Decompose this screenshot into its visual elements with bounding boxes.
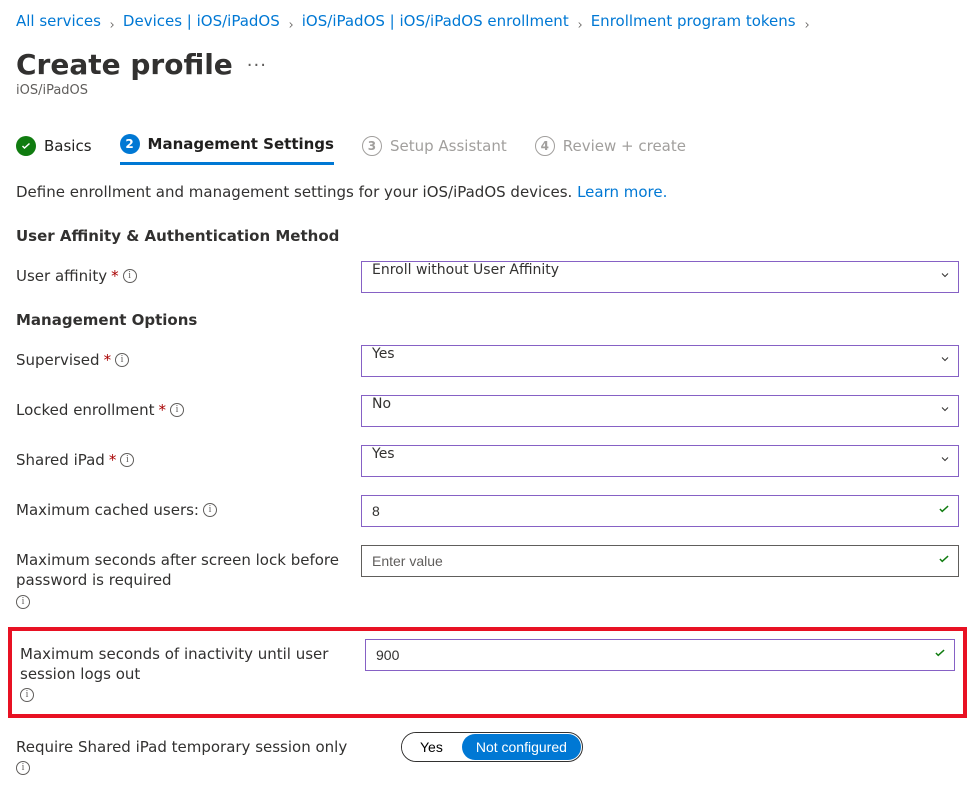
breadcrumb-link-devices[interactable]: Devices | iOS/iPadOS [123, 12, 280, 30]
breadcrumb-link-all-services[interactable]: All services [16, 12, 101, 30]
required-indicator: * [159, 400, 167, 420]
tab-label: Management Settings [148, 135, 334, 153]
tab-label: Basics [44, 137, 92, 155]
breadcrumb-link-tokens[interactable]: Enrollment program tokens [591, 12, 796, 30]
max-inactivity-input[interactable] [365, 639, 955, 671]
tab-description: Define enrollment and management setting… [16, 183, 959, 201]
shared-ipad-select[interactable]: Yes [361, 445, 959, 477]
supervised-select[interactable]: Yes [361, 345, 959, 377]
step-number-icon: 3 [362, 136, 382, 156]
info-icon[interactable]: i [120, 453, 134, 467]
info-icon[interactable]: i [16, 761, 30, 775]
tab-management-settings[interactable]: 2 Management Settings [120, 130, 334, 165]
tab-label: Setup Assistant [390, 137, 507, 155]
breadcrumb: All services Devices | iOS/iPadOS iOS/iP… [16, 12, 959, 30]
wizard-tabs: Basics 2 Management Settings 3 Setup Ass… [16, 130, 959, 165]
info-icon[interactable]: i [203, 503, 217, 517]
page-title: Create profile [16, 48, 233, 81]
section-heading-user-affinity: User Affinity & Authentication Method [16, 227, 959, 245]
chevron-right-icon [286, 16, 296, 26]
info-icon[interactable]: i [20, 688, 34, 702]
require-temp-session-toggle: Yes Not configured [401, 732, 583, 762]
required-indicator: * [109, 450, 117, 470]
label-max-cached-users: Maximum cached users: i [16, 495, 361, 520]
label-shared-ipad: Shared iPad * i [16, 445, 361, 470]
description-text: Define enrollment and management setting… [16, 183, 572, 201]
info-icon[interactable]: i [115, 353, 129, 367]
highlighted-field: Maximum seconds of inactivity until user… [8, 627, 967, 719]
more-actions-icon[interactable]: ··· [247, 57, 267, 75]
check-icon [16, 136, 36, 156]
label-user-affinity: User affinity * i [16, 261, 361, 286]
toggle-yes[interactable]: Yes [402, 733, 461, 761]
tab-basics[interactable]: Basics [16, 132, 92, 164]
chevron-right-icon [575, 16, 585, 26]
max-cached-users-input[interactable] [361, 495, 959, 527]
label-max-seconds-lock: Maximum seconds after screen lock before… [16, 545, 361, 609]
label-max-inactivity: Maximum seconds of inactivity until user… [20, 639, 365, 703]
tab-label: Review + create [563, 137, 686, 155]
max-seconds-lock-input[interactable] [361, 545, 959, 577]
info-icon[interactable]: i [170, 403, 184, 417]
locked-enrollment-select[interactable]: No [361, 395, 959, 427]
breadcrumb-link-enrollment[interactable]: iOS/iPadOS | iOS/iPadOS enrollment [302, 12, 569, 30]
label-require-temp-session: Require Shared iPad temporary session on… [16, 732, 361, 775]
section-heading-management-options: Management Options [16, 311, 959, 329]
step-number-icon: 4 [535, 136, 555, 156]
step-number-icon: 2 [120, 134, 140, 154]
learn-more-link[interactable]: Learn more. [577, 183, 667, 201]
required-indicator: * [104, 350, 112, 370]
label-supervised: Supervised * i [16, 345, 361, 370]
label-locked-enrollment: Locked enrollment * i [16, 395, 361, 420]
info-icon[interactable]: i [16, 595, 30, 609]
user-affinity-select[interactable]: Enroll without User Affinity [361, 261, 959, 293]
tab-setup-assistant[interactable]: 3 Setup Assistant [362, 132, 507, 164]
tab-review-create[interactable]: 4 Review + create [535, 132, 686, 164]
toggle-not-configured[interactable]: Not configured [462, 734, 581, 760]
required-indicator: * [111, 266, 119, 286]
chevron-right-icon [107, 16, 117, 26]
chevron-right-icon [802, 16, 812, 26]
page-subtitle: iOS/iPadOS [16, 83, 959, 98]
info-icon[interactable]: i [123, 269, 137, 283]
